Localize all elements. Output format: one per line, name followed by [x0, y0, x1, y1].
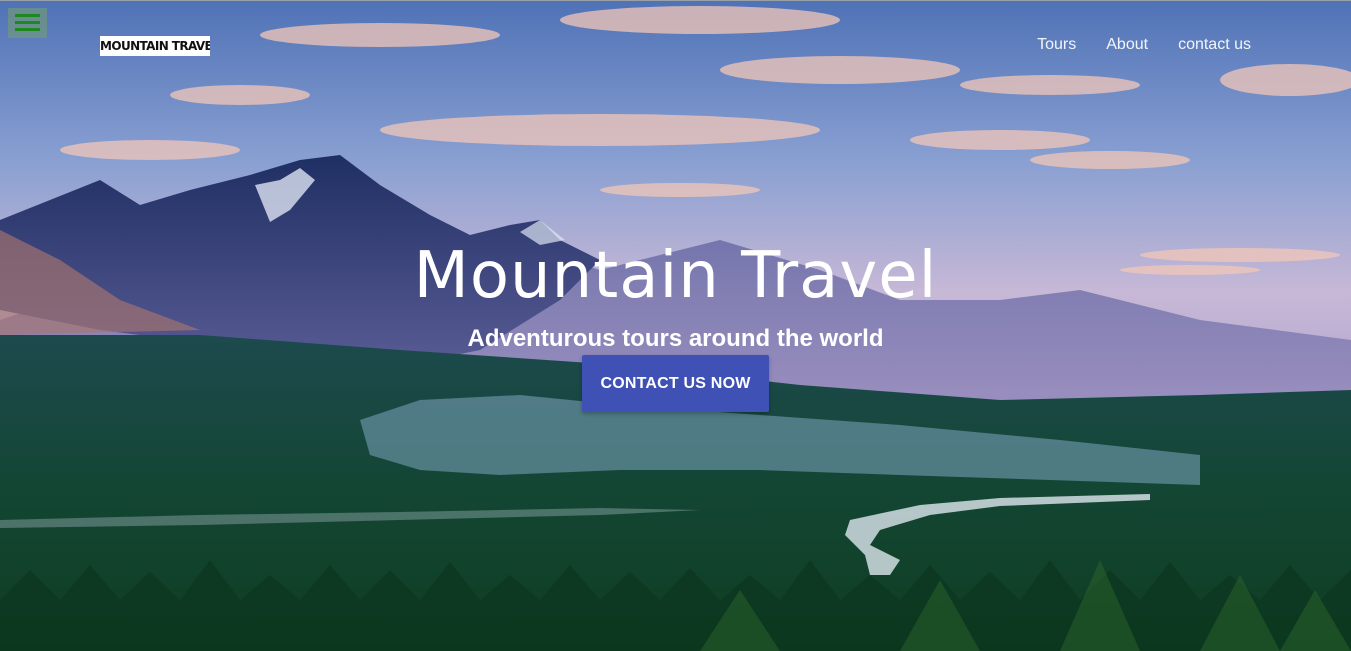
contact-us-now-button[interactable]: CONTACT US NOW — [582, 355, 769, 412]
hero-subtitle: Adventurous tours around the world — [467, 325, 884, 352]
hamburger-menu-button[interactable] — [8, 8, 47, 38]
hero-title: Mountain Travel — [413, 239, 938, 313]
hero-section: MOUNTAIN TRAVEL Tours About contact us M… — [0, 0, 1351, 651]
hamburger-menu-icon — [15, 14, 40, 17]
nav-link-tours[interactable]: Tours — [1037, 36, 1076, 54]
nav-link-contact-us[interactable]: contact us — [1178, 36, 1251, 54]
main-nav: Tours About contact us — [1037, 36, 1251, 54]
hamburger-menu-icon-bar — [15, 28, 40, 31]
site-logo[interactable]: MOUNTAIN TRAVEL — [100, 36, 210, 56]
nav-link-about[interactable]: About — [1106, 36, 1148, 54]
top-border — [0, 0, 1351, 1]
hamburger-menu-icon-bar — [15, 21, 40, 24]
